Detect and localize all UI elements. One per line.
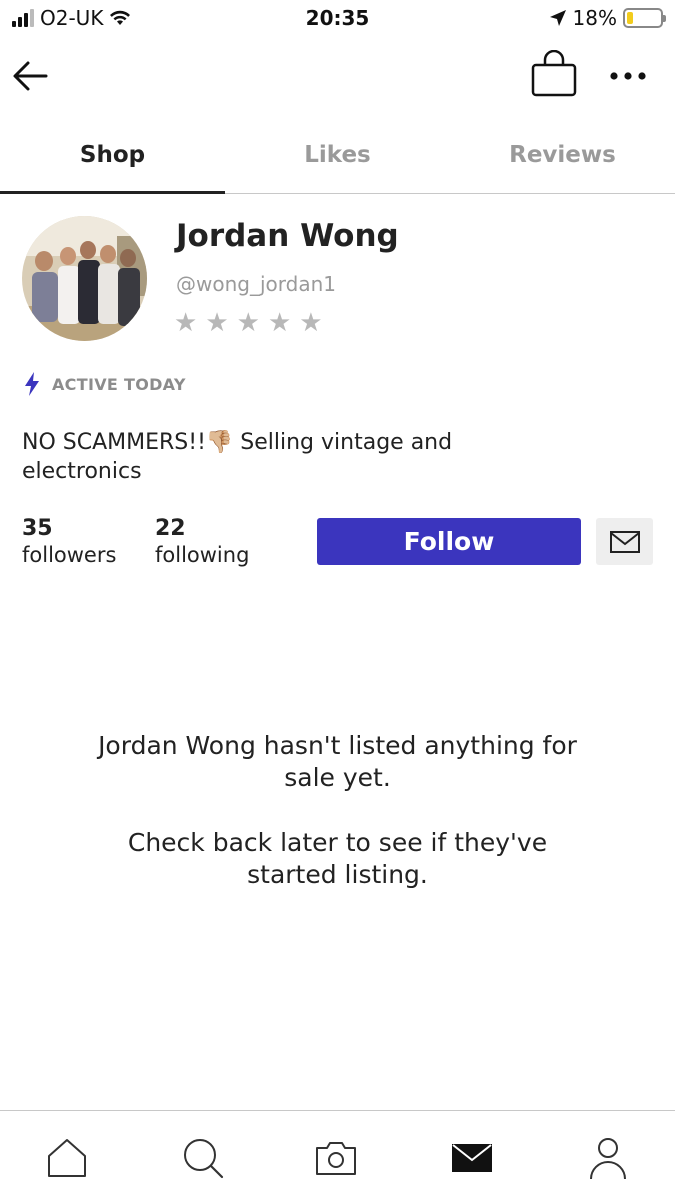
empty-state-hint: Check back later to see if they've start… <box>0 827 675 891</box>
tab-likes[interactable]: Likes <box>225 118 450 193</box>
star-icon: ★ <box>267 308 292 338</box>
following-stat[interactable]: 22 following <box>155 516 249 567</box>
message-button[interactable] <box>596 518 653 565</box>
nav-home[interactable] <box>42 1133 92 1183</box>
tab-reviews[interactable]: Reviews <box>450 118 675 193</box>
bio-line: electronics <box>22 459 142 484</box>
top-nav <box>0 40 675 112</box>
location-icon <box>549 10 566 26</box>
rating-stars: ★ ★ ★ ★ ★ <box>174 308 323 338</box>
profile-tabs: Shop Likes Reviews <box>0 118 675 194</box>
nav-profile[interactable] <box>583 1133 633 1183</box>
profile-name: Jordan Wong <box>176 218 399 254</box>
star-icon: ★ <box>299 308 323 338</box>
nav-search[interactable] <box>178 1133 228 1183</box>
more-options-button[interactable] <box>604 58 654 94</box>
nav-inbox[interactable] <box>447 1133 497 1183</box>
profile-handle: @wong_jordan1 <box>176 272 336 296</box>
lightning-bolt-icon <box>25 372 39 396</box>
profile-icon <box>590 1138 626 1180</box>
back-button[interactable] <box>8 54 52 98</box>
following-count: 22 <box>155 516 186 541</box>
search-icon <box>184 1139 224 1179</box>
empty-state-line: started listing. <box>247 860 428 889</box>
tab-shop[interactable]: Shop <box>0 118 225 194</box>
empty-state-line: Check back later to see if they've <box>127 828 548 857</box>
follow-button[interactable]: Follow <box>317 518 581 565</box>
followers-stat[interactable]: 35 followers <box>22 516 116 567</box>
star-icon: ★ <box>174 308 198 338</box>
star-icon: ★ <box>236 308 260 338</box>
bottom-nav <box>0 1110 675 1200</box>
battery-fill <box>627 12 633 24</box>
followers-count: 35 <box>22 516 53 541</box>
nav-sell[interactable] <box>311 1133 361 1183</box>
status-bar: O2-UK 20:35 18% <box>0 0 675 38</box>
envelope-icon <box>609 530 640 553</box>
home-icon <box>48 1139 86 1177</box>
inbox-icon <box>452 1144 492 1172</box>
shopping-bag-icon <box>531 49 577 97</box>
bag-button[interactable] <box>528 49 580 102</box>
battery-icon <box>623 8 666 28</box>
more-dots-icon <box>610 72 646 80</box>
empty-state-message: Jordan Wong hasn't listed anything for s… <box>0 730 675 794</box>
avatar[interactable] <box>22 216 147 341</box>
back-arrow-icon <box>13 61 48 91</box>
following-label: following <box>155 543 250 567</box>
active-status-label: ACTIVE TODAY <box>52 374 186 394</box>
status-right: 18% <box>549 6 666 30</box>
battery-percent: 18% <box>572 6 617 30</box>
empty-state-line: Jordan Wong hasn't listed anything for <box>98 731 577 760</box>
camera-icon <box>316 1142 356 1175</box>
empty-state-line: sale yet. <box>284 763 391 792</box>
avatar-photo <box>22 216 147 341</box>
followers-label: followers <box>22 543 117 567</box>
active-status: ACTIVE TODAY <box>24 372 186 396</box>
bio-line: NO SCAMMERS!!👎🏼 Selling vintage and <box>22 430 453 455</box>
profile-bio: NO SCAMMERS!!👎🏼 Selling vintage and elec… <box>22 428 622 486</box>
star-icon: ★ <box>205 308 229 338</box>
